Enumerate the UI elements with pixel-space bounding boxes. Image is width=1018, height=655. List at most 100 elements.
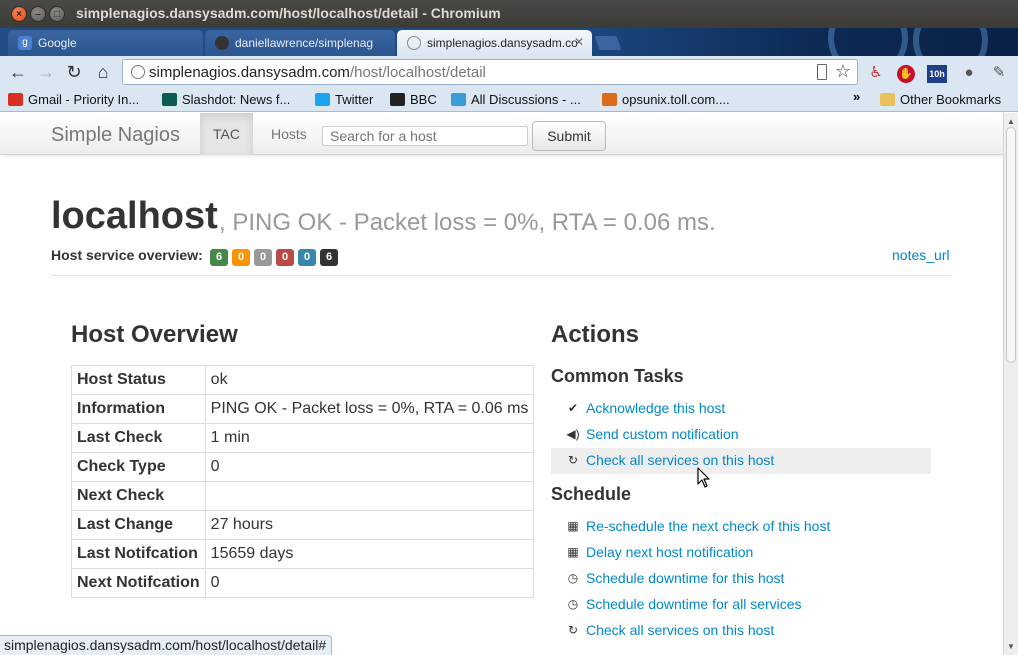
badge-total[interactable]: 6 <box>320 249 338 266</box>
mouse-cursor-icon <box>697 467 710 488</box>
search-submit-button[interactable]: Submit <box>532 121 606 151</box>
forward-arrow-icon[interactable]: → <box>36 62 56 82</box>
site-navbar: Simple Nagios TAC Hosts Submit <box>0 113 1003 155</box>
nav-hosts[interactable]: Hosts <box>258 113 320 155</box>
discussion-icon <box>451 93 466 106</box>
bbc-icon <box>390 93 405 106</box>
action-delay-notification[interactable]: ▦ Delay next host notification <box>551 540 931 566</box>
clock-icon: ◷ <box>567 571 579 585</box>
tab-simplenagios[interactable]: simplenagios.dansysadm.co ✕ <box>397 30 592 56</box>
scrollbar-thumb[interactable] <box>1006 127 1016 363</box>
tab-google[interactable]: g Google <box>8 30 203 56</box>
nav-tac[interactable]: TAC <box>200 113 253 155</box>
tab-github[interactable]: daniellawrence/simplenag <box>205 30 395 56</box>
calendar-icon: ▦ <box>567 545 579 559</box>
host-name-heading: localhost <box>51 195 218 237</box>
badge-critical[interactable]: 0 <box>276 249 294 266</box>
action-send-notification[interactable]: ◀) Send custom notification <box>551 422 931 448</box>
back-arrow-icon[interactable]: ← <box>8 62 28 82</box>
scroll-down-icon[interactable]: ▼ <box>1007 642 1015 651</box>
overview-key: Last Check <box>71 423 206 453</box>
status-bubble: simplenagios.dansysadm.com/host/localhos… <box>0 635 333 655</box>
scroll-up-icon[interactable]: ▲ <box>1007 117 1015 126</box>
host-overview-heading: Host Overview <box>71 321 238 348</box>
overview-key: Last Change <box>71 510 206 540</box>
common-tasks-heading: Common Tasks <box>551 366 684 386</box>
droplet-extension-icon[interactable]: ● <box>958 62 980 84</box>
page-action-icon[interactable] <box>817 64 827 80</box>
service-overview-label: Host service overview: <box>51 247 203 263</box>
host-overview-table: Host Status ok Information PING OK - Packet… <box>71 365 535 598</box>
new-tab-button[interactable] <box>594 36 622 50</box>
globe-favicon-icon <box>407 36 421 50</box>
overview-key: Host Status <box>71 365 206 395</box>
action-check-all-services[interactable]: ↻ Check all services on this host <box>551 448 931 474</box>
tab-close-icon[interactable]: ✕ <box>574 35 584 49</box>
overview-key: Next Notifcation <box>71 568 206 598</box>
tab-label: Google <box>38 36 77 50</box>
overview-key: Next Check <box>71 481 206 511</box>
table-row: Last Check 1 min <box>71 423 535 453</box>
action-acknowledge-host[interactable]: ✔ Acknowledge this host <box>551 396 931 422</box>
refresh-icon: ↻ <box>567 623 579 637</box>
divider <box>51 275 951 276</box>
overview-value <box>204 481 535 511</box>
address-url[interactable]: simplenagios.dansysadm.com/host/localhos… <box>149 64 486 81</box>
window-minimize-button[interactable]: – <box>30 6 46 22</box>
github-favicon-icon <box>215 36 229 50</box>
badge-warning[interactable]: 0 <box>232 249 250 266</box>
table-row: Last Notifcation 15659 days <box>71 539 535 569</box>
theme-decoration <box>808 28 1018 56</box>
bookmarks-overflow-chevron-icon[interactable]: » <box>853 89 860 104</box>
window-maximize-button[interactable]: □ <box>49 6 65 22</box>
actions-heading: Actions <box>551 321 640 348</box>
page-scrollbar[interactable]: ▲ ▼ <box>1003 113 1018 655</box>
overview-value: ok <box>204 365 535 395</box>
page-viewport: Simple Nagios TAC Hosts Submit localhost… <box>0 113 1003 655</box>
action-downtime-services[interactable]: ◷ Schedule downtime for all services <box>551 592 931 618</box>
table-row: Check Type 0 <box>71 452 535 482</box>
bookmark-gmail[interactable]: Gmail - Priority In... <box>8 92 139 107</box>
window-title: simplenagios.dansysadm.com/host/localhos… <box>76 5 501 21</box>
window-close-button[interactable]: × <box>11 6 27 22</box>
bookmark-bbc[interactable]: BBC <box>390 92 437 107</box>
checkmark-icon: ✔ <box>567 401 579 415</box>
bookmark-twitter[interactable]: Twitter <box>315 92 373 107</box>
host-status-text: , PING OK - Packet loss = 0%, RTA = 0.06… <box>219 209 716 236</box>
table-row: Next Check <box>71 481 535 511</box>
site-brand[interactable]: Simple Nagios <box>51 124 180 147</box>
schedule-heading: Schedule <box>551 484 632 504</box>
toll-icon <box>602 93 617 106</box>
speaker-icon: ◀) <box>566 427 580 441</box>
overview-value: 27 hours <box>204 510 535 540</box>
badge-ok[interactable]: 6 <box>210 249 228 266</box>
overview-key: Last Notifcation <box>71 539 206 569</box>
bookmark-opsunix[interactable]: opsunix.toll.com.... <box>602 92 730 107</box>
clock-icon: ◷ <box>567 597 579 611</box>
window-titlebar: × – □ simplenagios.dansysadm.com/host/lo… <box>0 0 1018 28</box>
gmail-icon <box>8 93 23 106</box>
overview-value: 0 <box>204 452 535 482</box>
home-icon[interactable]: ⌂ <box>93 62 113 82</box>
bookmark-slashdot[interactable]: Slashdot: News f... <box>162 92 290 107</box>
wrench-icon[interactable]: ✎ <box>988 62 1010 84</box>
badge-info[interactable]: 0 <box>298 249 316 266</box>
bookmark-star-icon[interactable]: ☆ <box>835 61 851 82</box>
action-reschedule-check[interactable]: ▦ Re-schedule the next check of this hos… <box>551 514 931 540</box>
badge-unknown[interactable]: 0 <box>254 249 272 266</box>
folder-icon <box>880 93 895 106</box>
globe-icon <box>131 65 145 79</box>
adblock-icon[interactable]: ✋ <box>895 62 917 84</box>
calendar-extension-icon[interactable]: 10h <box>926 62 948 84</box>
action-schedule-check-all-services[interactable]: ↻ Check all services on this host <box>551 618 931 644</box>
host-search-input[interactable] <box>322 126 528 146</box>
calendar-icon: ▦ <box>567 519 579 533</box>
bookmark-discussions[interactable]: All Discussions - ... <box>451 92 581 107</box>
overview-value: 0 <box>204 568 535 598</box>
action-downtime-host[interactable]: ◷ Schedule downtime for this host <box>551 566 931 592</box>
notes-url-link[interactable]: notes_url <box>892 247 950 263</box>
address-bar[interactable]: simplenagios.dansysadm.com/host/localhos… <box>122 59 858 85</box>
reload-icon[interactable]: ↻ <box>64 62 84 82</box>
extension-accessibility-icon[interactable]: ♿ <box>865 62 887 84</box>
other-bookmarks-folder[interactable]: Other Bookmarks <box>880 92 1001 107</box>
